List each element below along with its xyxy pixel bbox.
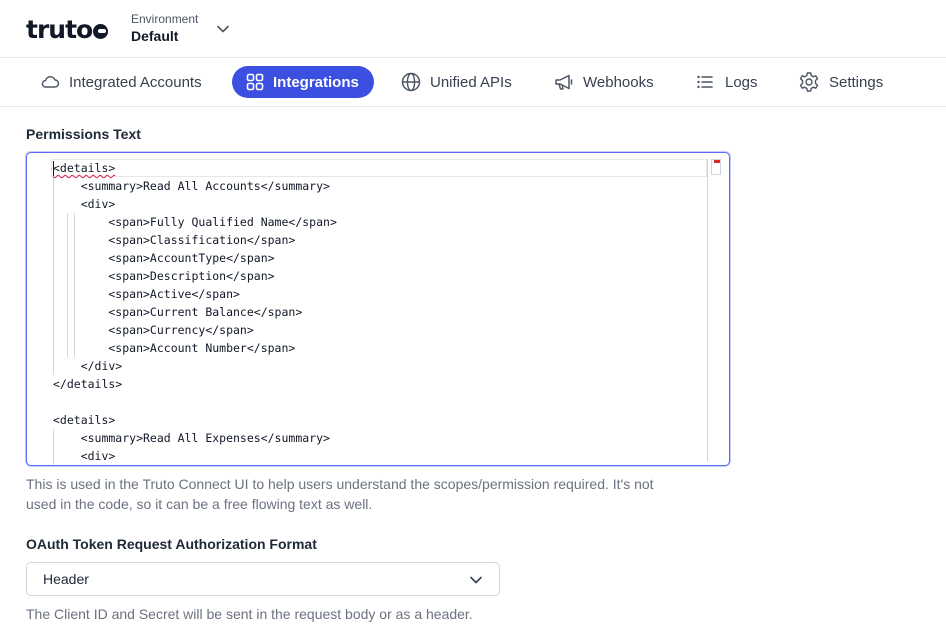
logo-mark-icon xyxy=(93,24,109,39)
code-line: <span>Currency</span> xyxy=(53,323,254,337)
environment-label: Environment xyxy=(131,12,199,26)
code-line: <span>Description</span> xyxy=(53,269,275,283)
code-line: <span>Active</span> xyxy=(53,287,240,301)
oauth-format-select[interactable]: Header xyxy=(26,562,500,596)
cloud-icon xyxy=(41,76,60,88)
gear-icon xyxy=(799,72,819,92)
permissions-code-editor[interactable]: <details> <summary>Read All Accounts</su… xyxy=(26,152,730,466)
tab-label: Settings xyxy=(829,73,884,91)
permissions-help-line-2: used in the code, so it can be a free fl… xyxy=(26,496,373,512)
tab-settings[interactable]: Settings xyxy=(798,66,883,98)
truto-logo[interactable]: truto xyxy=(26,15,109,44)
logo-text: truto xyxy=(26,15,93,44)
code-line: <span>Fully Qualified Name</span> xyxy=(53,215,337,229)
tab-label: Integrated Accounts xyxy=(69,73,202,91)
code-line: <summary>Read All Expenses</summary> xyxy=(53,431,330,445)
tab-unified-apis[interactable]: Unified APIs xyxy=(401,66,512,98)
tab-webhooks[interactable]: Webhooks xyxy=(554,66,654,98)
editor-scrollbar[interactable] xyxy=(707,159,708,461)
main-nav: Integrated Accounts Integrations Unified… xyxy=(0,58,946,107)
tab-logs[interactable]: Logs xyxy=(696,66,758,98)
tab-label: Unified APIs xyxy=(430,73,512,91)
list-icon xyxy=(697,75,713,89)
select-value: Header xyxy=(43,571,89,587)
permissions-label: Permissions Text xyxy=(26,126,141,142)
grid-icon xyxy=(246,73,264,91)
code-line: <div> xyxy=(53,449,116,463)
code-line: <details> xyxy=(53,159,115,177)
overview-ruler-error-marker xyxy=(711,159,721,175)
code-line: <details> xyxy=(53,413,116,427)
code-line: <span>Account Number</span> xyxy=(53,341,296,355)
megaphone-icon xyxy=(555,74,573,90)
code-line: </details> xyxy=(53,377,123,391)
top-header: truto Environment Default xyxy=(0,0,946,58)
tab-label: Logs xyxy=(725,73,758,91)
oauth-format-label: OAuth Token Request Authorization Format xyxy=(26,536,317,552)
oauth-help-text: The Client ID and Secret will be sent in… xyxy=(26,606,473,622)
chevron-down-icon[interactable] xyxy=(216,22,230,36)
code-line: <span>AccountType</span> xyxy=(53,251,275,265)
code-line: <span>Classification</span> xyxy=(53,233,296,247)
tab-integrations[interactable]: Integrations xyxy=(232,66,374,98)
tab-label: Webhooks xyxy=(583,73,654,91)
environment-switcher[interactable]: Environment Default xyxy=(131,12,198,44)
code-text: <details> xyxy=(53,161,116,175)
code-line: <div> xyxy=(53,197,116,211)
code-line: <span>Current Balance</span> xyxy=(53,305,303,319)
tab-label: Integrations xyxy=(273,73,359,91)
tab-integrated-accounts[interactable]: Integrated Accounts xyxy=(40,66,202,98)
code-line: <summary>Read All Accounts</summary> xyxy=(53,179,330,193)
code-line: </div> xyxy=(53,359,123,373)
chevron-down-icon xyxy=(470,576,482,584)
permissions-help-line-1: This is used in the Truto Connect UI to … xyxy=(26,476,654,492)
text-cursor xyxy=(53,161,54,176)
globe-icon xyxy=(401,72,421,92)
environment-value: Default xyxy=(131,28,179,44)
active-line-highlight xyxy=(51,159,707,177)
